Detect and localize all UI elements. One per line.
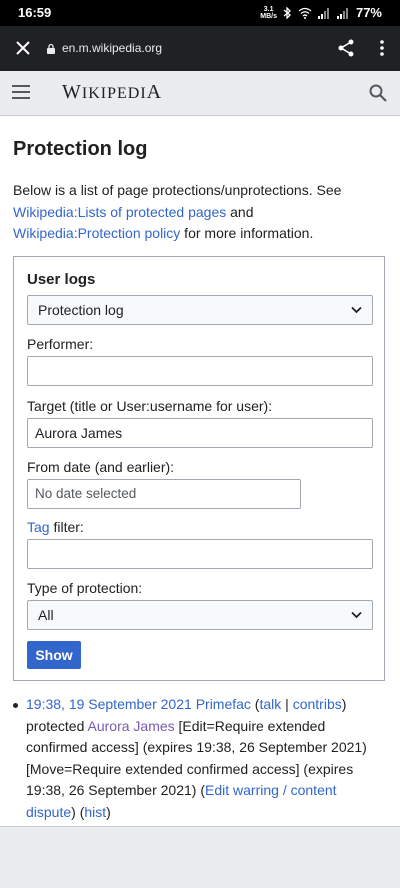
browser-toolbar: en.m.wikipedia.org: [0, 26, 400, 71]
log-user-link[interactable]: Primefac: [196, 696, 251, 712]
page-content: Protection log Below is a list of page p…: [0, 116, 400, 827]
protected-pages-link[interactable]: Wikipedia:Lists of protected pages: [13, 204, 226, 220]
protection-type-value: All: [38, 607, 54, 623]
intro-paragraph: Below is a list of page protections/unpr…: [13, 180, 383, 245]
log-contribs-link[interactable]: contribs: [293, 696, 342, 712]
close-icon[interactable]: [12, 37, 34, 59]
date-input[interactable]: No date selected: [27, 479, 301, 509]
date-placeholder: No date selected: [35, 486, 137, 501]
site-header: WIKIPEDIA: [0, 71, 400, 116]
performer-label: Performer:: [27, 336, 94, 352]
protection-type-select[interactable]: All: [27, 600, 373, 630]
chevron-down-icon: [351, 306, 362, 314]
search-icon[interactable]: [368, 83, 388, 103]
log-mid: ) (: [71, 803, 85, 820]
log-type-select[interactable]: Protection log: [27, 295, 373, 325]
log-talk-link[interactable]: talk: [259, 696, 281, 712]
performer-input[interactable]: [27, 356, 373, 386]
log-entries: 19:38, 19 September 2021 Primefac (talk …: [13, 694, 385, 823]
intro-and: and: [226, 203, 254, 220]
signal-icon: [317, 7, 329, 19]
log-end: ): [106, 803, 111, 820]
list-item: 19:38, 19 September 2021 Primefac (talk …: [13, 694, 385, 823]
status-time: 16:59: [18, 5, 52, 20]
battery-percent: 77%: [355, 5, 382, 20]
tag-link[interactable]: Tag: [27, 519, 50, 535]
log-target-link[interactable]: Aurora James: [88, 718, 175, 734]
page-title: Protection log: [13, 138, 148, 160]
bullet: [13, 703, 18, 708]
wikipedia-logo[interactable]: WIKIPEDIA: [62, 81, 162, 104]
protection-policy-link[interactable]: Wikipedia:Protection policy: [13, 225, 180, 241]
more-vert-icon[interactable]: [372, 38, 392, 58]
wifi-icon: [298, 7, 312, 19]
log-sep: |: [281, 696, 293, 712]
network-speed-value: 3.1: [263, 5, 274, 13]
target-input[interactable]: Aurora James: [27, 418, 373, 448]
tag-filter-input[interactable]: [27, 539, 373, 569]
logo-w: W: [62, 81, 82, 103]
logo-rest: IKIPEDI: [81, 85, 147, 102]
show-button[interactable]: Show: [27, 641, 81, 669]
date-label: From date (and earlier):: [27, 459, 175, 475]
logo-a: A: [146, 81, 163, 103]
tag-label-rest: filter:: [49, 519, 84, 535]
intro-end: for more information.: [180, 225, 314, 241]
chevron-down-icon: [351, 611, 362, 619]
form-legend: User logs: [27, 271, 96, 288]
status-icons: 3.1 MB/s 77%: [260, 5, 382, 20]
target-label: Target (title or User:username for user)…: [27, 398, 273, 414]
tag-filter-label: Tag filter:: [27, 519, 84, 535]
status-bar: 16:59 3.1 MB/s 77%: [0, 0, 400, 26]
log-type-value: Protection log: [38, 302, 124, 318]
url-text[interactable]: en.m.wikipedia.org: [62, 41, 162, 55]
intro-text: Below is a list of page protections/unpr…: [13, 182, 342, 198]
hamburger-icon[interactable]: [12, 84, 30, 100]
protection-type-label: Type of protection:: [27, 580, 143, 596]
network-speed-unit: MB/s: [260, 12, 277, 20]
log-hist-link[interactable]: hist: [84, 804, 106, 820]
target-value: Aurora James: [35, 425, 123, 441]
share-icon[interactable]: [336, 38, 356, 58]
network-speed: 3.1 MB/s: [260, 6, 277, 20]
log-timestamp-link[interactable]: 19:38, 19 September 2021: [26, 696, 192, 712]
lock-icon: [47, 43, 55, 54]
signal-icon-2: [336, 7, 348, 19]
bluetooth-icon: [283, 6, 291, 19]
user-logs-form: User logs Protection log Performer: Targ…: [13, 256, 385, 681]
